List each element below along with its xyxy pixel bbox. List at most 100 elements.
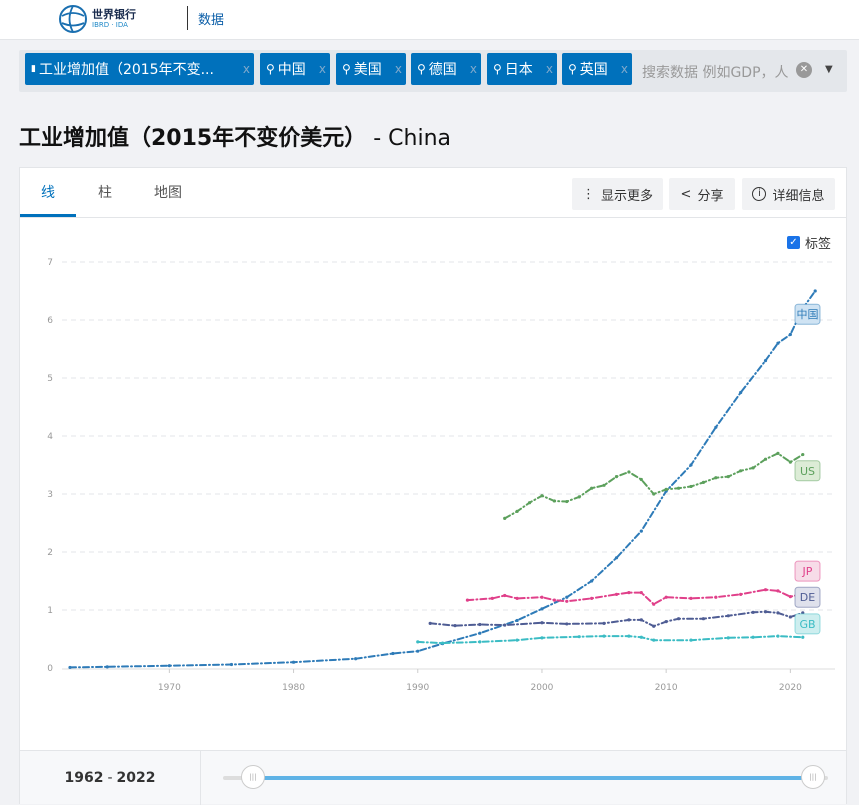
y-tick-label: 0 [47,664,53,674]
y-tick-label: 1 [47,606,53,616]
data-point [391,651,395,656]
data-point [627,634,631,638]
data-point [689,484,693,489]
data-point [689,596,693,600]
data-point [751,635,755,639]
data-point [167,664,171,668]
data-point [503,593,507,598]
data-link[interactable]: 数据 [198,9,224,28]
data-point [602,634,606,638]
data-point [565,622,569,626]
x-tick-label: 1990 [406,683,429,693]
y-tick-label: 2 [47,548,53,558]
data-point [552,598,556,602]
remove-tag-icon[interactable]: x [395,62,402,76]
x-tick-label: 1970 [158,683,181,693]
data-point [503,516,507,520]
data-point [714,425,718,429]
world-bank-logo[interactable]: 世界银行 IBRD · IDA [58,4,136,34]
filter-tag[interactable]: ⚲ 中国 x [260,53,330,85]
data-point [652,624,656,628]
data-point [664,620,668,624]
data-point [527,501,532,505]
line-chart: 0 1 2 3 4 5 6 7 1970 1980 1990 2000 2010 2020 中国 US JP DE… [47,258,835,693]
series-line-GB [416,635,804,645]
data-point [565,595,569,599]
data-point [639,618,643,622]
y-tick-label: 5 [47,374,53,384]
data-point [540,595,544,599]
data-point [639,591,643,595]
data-point [416,640,420,644]
chevron-down-icon[interactable]: ▼ [825,64,833,75]
data-point [515,638,519,642]
data-point [714,595,718,599]
data-point [726,614,730,618]
globe-icon [59,5,87,33]
data-point [614,556,619,560]
data-point [416,649,420,653]
data-point [739,390,743,395]
filter-tag[interactable]: ⚲ 美国 x [336,53,406,85]
data-point [714,476,718,480]
remove-tag-icon[interactable]: x [319,62,326,76]
series-label: US [800,465,815,478]
remove-tag-icon[interactable]: x [546,62,553,76]
slider-start-handle[interactable]: ||| [241,765,265,789]
x-tick-label: 2020 [779,683,802,693]
data-point [701,480,706,484]
remove-tag-icon[interactable]: x [470,62,477,76]
data-point [776,611,780,615]
data-point [652,492,656,496]
data-point [565,599,569,603]
filter-tag[interactable]: ⚲ 日本 x [487,53,557,85]
map-pin-icon: ⚲ [493,62,502,76]
series-label: JP [802,565,813,578]
tag-label: 工业增加值（2015年不变... [38,62,214,78]
data-point [465,598,470,602]
data-point [627,591,631,595]
data-point [540,636,544,640]
year-slider[interactable]: ||| ||| [223,765,828,789]
data-point [763,359,768,363]
data-point [788,460,792,464]
filter-tag[interactable]: ▮ 工业增加值（2015年不变... x [25,53,254,85]
page-title: 工业增加值（2015年不变价美元） - China [19,126,452,151]
site-header: 世界银行 IBRD · IDA 数据 [0,0,859,40]
y-tick-label: 7 [47,258,53,268]
data-point [478,622,482,627]
clear-icon[interactable]: ✕ [796,62,812,78]
chart-card: 线 柱 地图 ⋮ 显示更多 < 分享 i 详细信息 ✓ 标签 0 1 2 3 4 5 6 7 1970 1… [19,167,847,805]
data-point [788,332,792,337]
series-line-中国 [69,290,817,669]
data-point [428,621,432,625]
data-point [590,596,594,600]
data-point [763,457,768,461]
search-input[interactable]: 搜索数据 例如GDP，人 [642,62,789,82]
data-point [565,499,569,504]
data-point [540,494,544,498]
data-point [788,615,792,619]
remove-tag-icon[interactable]: x [621,62,628,76]
data-point [751,466,755,470]
data-point [813,289,817,293]
map-pin-icon: ⚲ [568,62,577,76]
bar-chart-icon: ▮ [31,64,36,74]
slider-end-handle[interactable]: ||| [801,765,825,789]
filter-bar: 搜索数据 例如GDP，人 ✕ ▼ ▮ 工业增加值（2015年不变... x ⚲ 中国 x ⚲… [19,50,847,92]
y-tick-label: 4 [47,432,53,442]
data-point [627,470,631,474]
data-point [590,579,594,583]
data-point [776,634,780,638]
x-tick-label: 2010 [655,683,678,693]
tag-label: 德国 [428,62,457,78]
filter-tag[interactable]: ⚲ 德国 x [411,53,481,85]
remove-tag-icon[interactable]: x [243,62,250,76]
series-line-DE [429,610,804,628]
filter-tag[interactable]: ⚲ 英国 x [562,53,632,85]
data-point [726,475,730,479]
tag-label: 英国 [579,62,608,78]
data-point [776,451,780,455]
series-label: 中国 [797,308,819,321]
y-tick-label: 3 [47,490,53,500]
